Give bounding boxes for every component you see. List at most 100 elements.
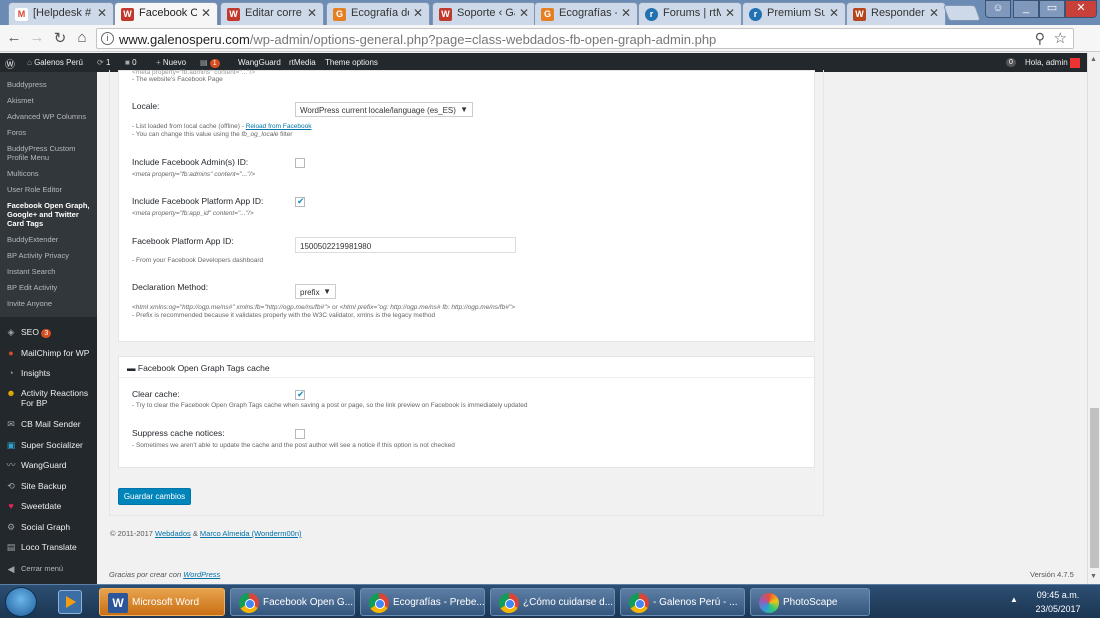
close-icon[interactable]: ✕	[829, 6, 839, 20]
user-icon[interactable]: ☺	[985, 0, 1011, 18]
submenu-buddypress-custom-profile-menu[interactable]: BuddyPress Custom Profile Menu	[7, 144, 95, 162]
wangguard-badge-link[interactable]: ▤ 1	[200, 58, 220, 68]
admins-checkbox[interactable]	[295, 158, 305, 168]
webdados-link[interactable]: Webdados	[155, 529, 191, 538]
declaration-select[interactable]: prefix ▼	[295, 284, 336, 299]
browser-tab-editar-correo[interactable]: W Editar corre ✕	[220, 2, 324, 25]
site-name-link[interactable]: ⌂ Galenos Perú	[27, 58, 83, 67]
maximize-button[interactable]: ▭	[1039, 0, 1065, 18]
address-bar[interactable]: i www.galenosperu.com/wp-admin/options-g…	[96, 28, 1074, 49]
submenu-advanced-wp-columns[interactable]: Advanced WP Columns	[7, 112, 95, 121]
updates-link[interactable]: ⟳ 1	[97, 58, 110, 67]
app-include-checkbox[interactable]	[295, 196, 305, 207]
zoom-icon[interactable]: ⚲	[1035, 30, 1045, 47]
scroll-down-icon[interactable]: ▼	[1090, 573, 1097, 580]
taskbar-item-word[interactable]: W Microsoft Word	[99, 588, 225, 616]
taskbar-item-chrome-2[interactable]: Ecografías - Prebe...	[360, 588, 485, 616]
locale-select[interactable]: WordPress current locale/language (es_ES…	[295, 102, 473, 117]
media-player-icon[interactable]	[58, 590, 82, 614]
close-icon[interactable]: ✕	[97, 6, 107, 20]
scrollbar-thumb[interactable]	[1090, 408, 1099, 568]
submenu-multicons[interactable]: Multicons	[7, 169, 95, 178]
window-close-button[interactable]: ✕	[1065, 0, 1097, 18]
submenu-buddypress[interactable]: Buddypress	[7, 80, 95, 89]
close-icon[interactable]: ✕	[413, 6, 423, 20]
page-scrollbar[interactable]: ▲ ▼	[1087, 53, 1100, 584]
start-button[interactable]	[5, 587, 37, 617]
submenu-user-role-editor[interactable]: User Role Editor	[7, 185, 95, 194]
taskbar-item-chrome-1[interactable]: Facebook Open G...	[230, 588, 355, 616]
marco-almeida-link[interactable]: Marco Almeida (Wonderm00n)	[200, 529, 302, 538]
menu-cb-mail-sender[interactable]: ✉ CB Mail Sender	[5, 419, 95, 429]
submenu-bp-edit-activity[interactable]: BP Edit Activity	[7, 283, 95, 292]
admins-help: <meta property="fb:admins" content="..."…	[132, 171, 256, 178]
tray-expand-icon[interactable]: ▲	[1010, 595, 1018, 604]
collapse-menu-button[interactable]: ◀ Cerrar menú	[5, 564, 95, 575]
menu-activity-reactions[interactable]: ☻ Activity Reactions For BP	[5, 388, 95, 408]
clock-date[interactable]: 23/05/2017	[1028, 604, 1088, 614]
browser-tab-facebook-og[interactable]: W Facebook Op ✕	[114, 2, 218, 25]
browser-tab-soporte[interactable]: W Soporte ‹ Ga ✕	[432, 2, 536, 25]
close-icon[interactable]: ✕	[307, 6, 317, 20]
submenu-buddyextender[interactable]: BuddyExtender	[7, 235, 95, 244]
close-icon[interactable]: ✕	[621, 6, 631, 20]
minimize-button[interactable]: _	[1013, 0, 1039, 18]
menu-insights[interactable]: ◔ Insights	[5, 368, 95, 378]
wangguard-link[interactable]: WangGuard	[238, 58, 281, 67]
url-host: www.galenosperu.com	[119, 32, 250, 47]
browser-tab-ecografias[interactable]: G Ecografías - ✕	[534, 2, 638, 25]
home-icon[interactable]: ⌂	[73, 29, 91, 46]
socializer-icon: ▣	[6, 440, 16, 450]
bookmark-star-icon[interactable]: ☆	[1054, 29, 1067, 47]
taskbar-item-chrome-4[interactable]: - Galenos Perú - ...	[620, 588, 745, 616]
back-arrow-icon[interactable]: ←	[5, 29, 23, 46]
forward-arrow-icon[interactable]: →	[28, 29, 46, 46]
reload-from-facebook-link[interactable]: Reload from Facebook	[246, 123, 312, 130]
notifications-link[interactable]: 0	[1006, 57, 1016, 67]
save-changes-button[interactable]: Guardar cambios	[118, 488, 191, 505]
reload-icon[interactable]: ↻	[51, 29, 69, 47]
theme-options-link[interactable]: Theme options	[325, 58, 378, 67]
browser-tab-responder[interactable]: W Responder T ✕	[846, 2, 946, 25]
menu-social-graph[interactable]: ⚙ Social Graph	[5, 522, 95, 532]
submenu-invite-anyone[interactable]: Invite Anyone	[7, 299, 95, 308]
comments-link[interactable]: ■ 0	[125, 58, 137, 67]
suppress-cache-checkbox[interactable]	[295, 429, 305, 439]
browser-tab-forums[interactable]: r Forums | rtM ✕	[638, 2, 742, 25]
greeting-link[interactable]: Hola, admin	[1025, 58, 1080, 68]
taskbar-item-photoscape[interactable]: PhotoScape	[750, 588, 870, 616]
close-icon[interactable]: ✕	[929, 6, 939, 20]
submenu-facebook-open-graph[interactable]: Facebook Open Graph, Google+ and Twitter…	[7, 201, 95, 228]
menu-super-socializer[interactable]: ▣ Super Socializer	[5, 440, 95, 450]
menu-wangguard[interactable]: 〰 WangGuard	[5, 460, 95, 470]
wordpress-link[interactable]: WordPress	[183, 570, 220, 579]
browser-tab-ecografia[interactable]: G Ecografía de ✕	[326, 2, 430, 25]
menu-seo[interactable]: ◈ SEO 3	[5, 327, 95, 338]
menu-sweetdate[interactable]: ♥ Sweetdate	[5, 501, 95, 511]
taskbar-item-chrome-3[interactable]: ¿Cómo cuidarse d...	[490, 588, 615, 616]
close-icon[interactable]: ✕	[201, 6, 211, 20]
seo-icon: ◈	[7, 327, 15, 337]
menu-label: Site Backup	[21, 481, 67, 491]
browser-tab-helpdesk[interactable]: M [Helpdesk # ✕	[8, 2, 114, 25]
submenu-instant-search[interactable]: Instant Search	[7, 267, 95, 276]
close-icon[interactable]: ✕	[519, 6, 529, 20]
info-icon[interactable]: i	[101, 32, 114, 45]
menu-site-backup[interactable]: ⟲ Site Backup	[5, 481, 95, 491]
menu-loco-translate[interactable]: ▤ Loco Translate	[5, 542, 95, 552]
menu-mailchimp[interactable]: ● MailChimp for WP	[5, 348, 95, 358]
clock-time[interactable]: 09:45 a.m.	[1028, 590, 1088, 600]
close-icon[interactable]: ✕	[725, 6, 735, 20]
new-tab-button[interactable]	[943, 5, 981, 21]
clear-cache-checkbox[interactable]	[295, 389, 305, 400]
submenu-akismet[interactable]: Akismet	[7, 96, 95, 105]
browser-tab-premium[interactable]: r Premium Sup ✕	[742, 2, 846, 25]
submenu-foros[interactable]: Foros	[7, 128, 95, 137]
app-id-input[interactable]: 1500502219981980	[295, 237, 516, 253]
scroll-up-icon[interactable]: ▲	[1090, 56, 1097, 63]
submenu-bp-activity-privacy[interactable]: BP Activity Privacy	[7, 251, 95, 260]
updates-icon: ⟳	[97, 58, 104, 67]
wordpress-logo-icon[interactable]: Ⓦ	[5, 56, 15, 71]
new-content-link[interactable]: + Nuevo	[156, 58, 186, 67]
rtmedia-link[interactable]: rtMedia	[289, 58, 316, 67]
